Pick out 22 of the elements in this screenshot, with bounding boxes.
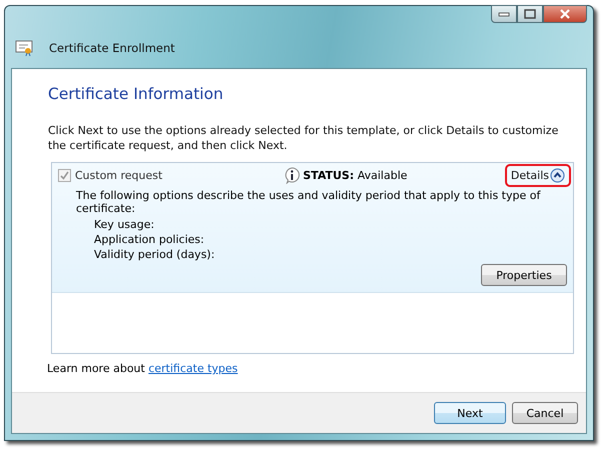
field-label: Validity period (days): (94, 247, 216, 262)
minimize-button[interactable] (491, 5, 517, 23)
default-button[interactable]: Next (434, 402, 506, 424)
summary-text: The following options describe the uses and validity period that apply to this type of certificate: (76, 189, 542, 215)
window-title: Certificate Enrollment (49, 41, 175, 55)
info-icon (284, 167, 300, 184)
collapse-icon (550, 168, 565, 183)
maximize-button[interactable] (517, 5, 543, 23)
field-label: Application policies: (94, 232, 206, 247)
close-button[interactable] (543, 5, 587, 23)
status-text: STATUS: Available (303, 169, 408, 182)
minimize-icon (498, 11, 510, 17)
learn-more-text: Learn more about (47, 362, 145, 375)
dialog-button[interactable]: Cancel (512, 402, 578, 424)
close-icon (559, 9, 571, 19)
maximize-icon (524, 9, 536, 19)
instructions-text: Click Next to use the options already selected for this template, or click Details to customize the certificate request, and then click Next. (48, 123, 560, 153)
certificate-icon (15, 40, 33, 56)
checkbox-label: Custom request (75, 169, 162, 182)
page-heading: Certificate Information (48, 85, 224, 103)
certificate-types-link[interactable]: certificate types (148, 362, 238, 375)
field-label: Key usage: (94, 217, 156, 232)
